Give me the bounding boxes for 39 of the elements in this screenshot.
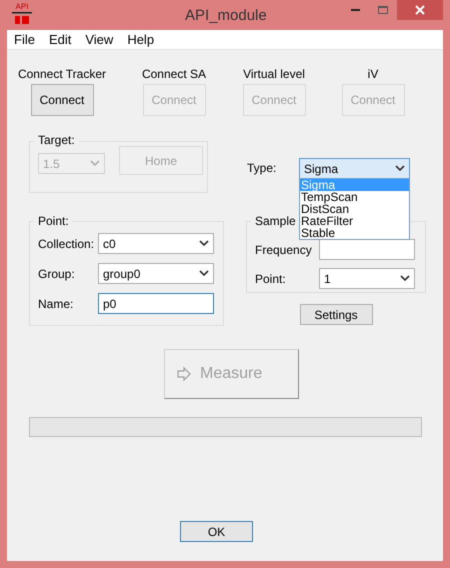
field-label: Name: (38, 296, 74, 312)
chevron-down-icon (199, 270, 209, 277)
type-label: Type: (247, 160, 278, 177)
settings-button[interactable]: Settings (300, 304, 372, 325)
group-title: Sample (251, 214, 300, 228)
dropdown-option[interactable]: DistScan (300, 203, 409, 215)
dropdown-option[interactable]: Stable (300, 227, 409, 239)
chevron-down-icon (400, 275, 410, 282)
field-label: Collection: (38, 236, 96, 252)
input-field[interactable] (319, 239, 415, 260)
chevron-down-icon (199, 240, 209, 247)
dropdown-field[interactable]: c0 (98, 233, 214, 254)
type-dropdown[interactable]: Sigma (299, 158, 410, 179)
connection-label: Connect SA (142, 67, 206, 81)
group-title: Target: (34, 133, 79, 147)
dropdown-option[interactable]: TempScan (300, 191, 409, 203)
dropdown-option[interactable]: RateFilter (300, 215, 409, 227)
connect-button[interactable]: Connect (30, 84, 94, 116)
dropdown-field[interactable]: 1 (319, 268, 415, 289)
menu-item[interactable]: Help (120, 30, 162, 50)
connection-label: Connect Tracker (18, 67, 106, 81)
menu-item[interactable]: File (7, 30, 42, 50)
input-field[interactable]: p0 (98, 293, 214, 314)
connection-label: iV (368, 67, 378, 81)
field-label: Frequency (255, 242, 313, 258)
field-label: Point: (255, 270, 287, 288)
chevron-down-icon (395, 165, 405, 172)
menu-item[interactable]: Edit (42, 30, 78, 50)
field-label: Group: (38, 266, 76, 282)
close-button[interactable] (397, 0, 443, 20)
window-title: API_module (185, 6, 267, 26)
arrow-right-icon (176, 366, 192, 382)
dropdown-field[interactable]: group0 (98, 263, 214, 284)
ok-button[interactable]: OK (180, 521, 253, 542)
chevron-down-icon (90, 160, 100, 167)
group-title: Point: (34, 214, 73, 228)
close-icon (415, 5, 425, 15)
menu-item[interactable]: View (78, 30, 120, 50)
connection-label: Virtual level (243, 67, 305, 81)
